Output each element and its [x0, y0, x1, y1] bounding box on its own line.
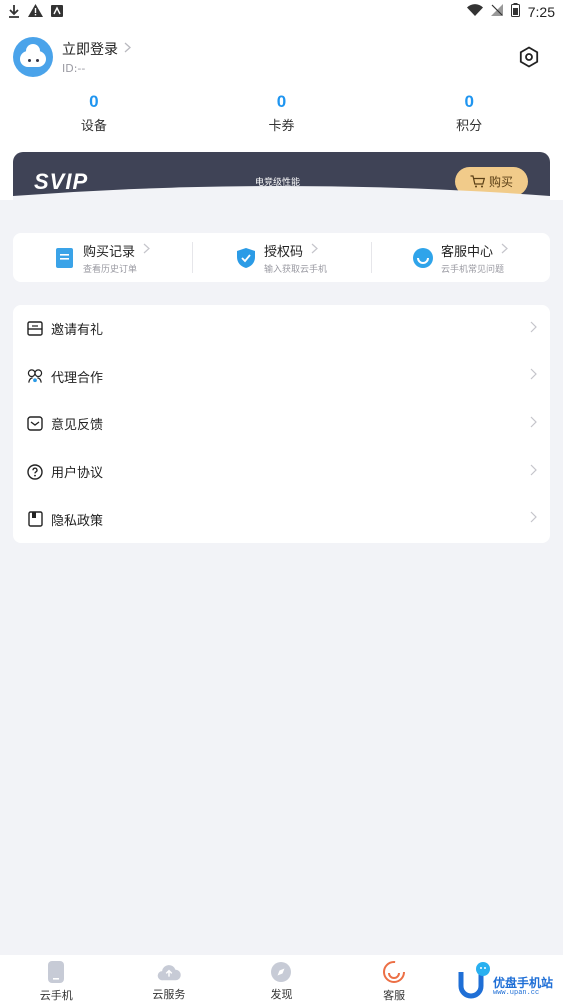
download-icon [8, 4, 20, 21]
chevron-right-icon [530, 511, 537, 527]
status-bar: 7:25 [0, 0, 563, 24]
nav-cloud-service[interactable]: 云服务 [113, 955, 226, 1002]
chevron-right-icon [530, 368, 537, 384]
app-notification-icon [51, 4, 63, 20]
avatar-eye-left [28, 59, 31, 62]
wifi-icon [466, 4, 483, 20]
stat-value: 0 [89, 92, 99, 111]
quick-links-card: 购买记录 查看历史订单 授权码 输入获取云手机 客服中心 云手机常见问题 [13, 233, 550, 282]
chevron-right-icon [530, 321, 537, 337]
partners-icon [27, 368, 43, 384]
quick-title-row: 购买记录 [83, 241, 150, 260]
login-row[interactable]: 立即登录 [62, 39, 131, 59]
stat-coupons[interactable]: 0 卡券 [188, 92, 376, 136]
no-signal-icon [490, 4, 503, 20]
menu-item-privacy-policy[interactable]: 隐私政策 [13, 495, 550, 543]
quick-title-row: 客服中心 [441, 241, 508, 260]
quick-link-purchase-history[interactable]: 购买记录 查看历史订单 [13, 233, 192, 282]
headset-icon [412, 247, 433, 268]
nav-cloud-phone[interactable]: 云手机 [0, 955, 113, 1002]
stat-label: 卡券 [268, 119, 295, 134]
status-time: 7:25 [527, 4, 555, 20]
quick-subtitle: 云手机常见问题 [440, 264, 504, 275]
envelope-icon [27, 416, 43, 432]
cloud-icon [157, 960, 181, 983]
menu-label: 代理合作 [51, 370, 104, 386]
quick-link-auth-code[interactable]: 授权码 输入获取云手机 [192, 233, 371, 282]
chevron-right-icon [530, 464, 537, 480]
avatar[interactable] [13, 37, 53, 77]
nav-customer-service[interactable]: 客服 [338, 955, 451, 1002]
quick-subtitle: 输入获取云手机 [263, 264, 327, 275]
svip-banner[interactable]: SVIP 电竞级性能 购买 [13, 152, 550, 204]
quick-subtitle: 查看历史订单 [82, 264, 137, 275]
login-label[interactable]: 立即登录 [62, 39, 118, 59]
menu-card: 邀请有礼 代理合作 意见反馈 用户协议 隐私政策 [13, 305, 550, 543]
status-left [8, 4, 63, 21]
question-icon [27, 463, 43, 480]
watermark-logo-icon [458, 962, 490, 999]
phone-icon [44, 960, 68, 984]
quick-texts: 授权码 输入获取云手机 [264, 241, 327, 275]
stat-label: 设备 [80, 119, 107, 134]
stat-devices[interactable]: 0 设备 [0, 92, 188, 136]
avatar-eye-right [36, 59, 39, 62]
settings-hexagon-icon [519, 46, 539, 68]
stat-value: 0 [464, 92, 474, 111]
quick-title-row: 授权码 [264, 241, 327, 260]
watermark: 优盘手机站 www.upan.cc [457, 960, 561, 1000]
smile-service-icon [382, 960, 406, 984]
menu-label: 意见反馈 [51, 418, 104, 434]
stat-points[interactable]: 0 积分 [375, 92, 563, 136]
profile-text: 立即登录 ID:-- [62, 39, 131, 75]
nav-discover[interactable]: 发现 [225, 955, 338, 1002]
cloud-avatar-icon [20, 44, 46, 67]
banner-wave [13, 186, 550, 204]
nav-label: 客服 [383, 989, 406, 1002]
settings-button[interactable] [516, 44, 542, 70]
nav-label: 发现 [270, 988, 293, 1001]
menu-item-invite[interactable]: 邀请有礼 [13, 305, 550, 353]
compass-icon [269, 960, 293, 983]
watermark-url: www.upan.cc [493, 989, 540, 997]
menu-item-feedback[interactable]: 意见反馈 [13, 400, 550, 448]
quick-texts: 购买记录 查看历史订单 [83, 241, 150, 275]
quick-title: 购买记录 [82, 244, 135, 260]
menu-label: 邀请有礼 [51, 323, 104, 339]
status-right: 7:25 [466, 3, 555, 21]
gift-icon [27, 321, 43, 337]
menu-label: 用户协议 [51, 466, 104, 482]
menu-label: 隐私政策 [51, 513, 104, 529]
nav-label: 云服务 [152, 988, 186, 1001]
menu-item-user-agreement[interactable]: 用户协议 [13, 448, 550, 496]
quick-title: 授权码 [263, 244, 303, 260]
chevron-right-icon [143, 243, 150, 258]
quick-texts: 客服中心 云手机常见问题 [441, 241, 508, 275]
menu-item-partnership[interactable]: 代理合作 [13, 353, 550, 401]
nav-label: 云手机 [39, 989, 73, 1002]
chevron-right-icon [124, 41, 131, 57]
chevron-right-icon [311, 243, 318, 258]
quick-link-customer-service[interactable]: 客服中心 云手机常见问题 [371, 233, 550, 282]
stats-row: 0 设备 0 卡券 0 积分 [0, 92, 563, 136]
stat-label: 积分 [456, 119, 483, 134]
quick-title: 客服中心 [440, 244, 493, 260]
document-icon [27, 511, 43, 527]
profile-header[interactable]: 立即登录 ID:-- [13, 35, 550, 79]
battery-icon [510, 3, 520, 21]
warning-icon [28, 4, 43, 20]
document-icon [55, 247, 75, 268]
shield-check-icon [236, 247, 256, 268]
stat-value: 0 [276, 92, 287, 111]
user-id: ID:-- [62, 62, 86, 75]
chevron-right-icon [530, 416, 537, 432]
chevron-right-icon [501, 243, 508, 258]
